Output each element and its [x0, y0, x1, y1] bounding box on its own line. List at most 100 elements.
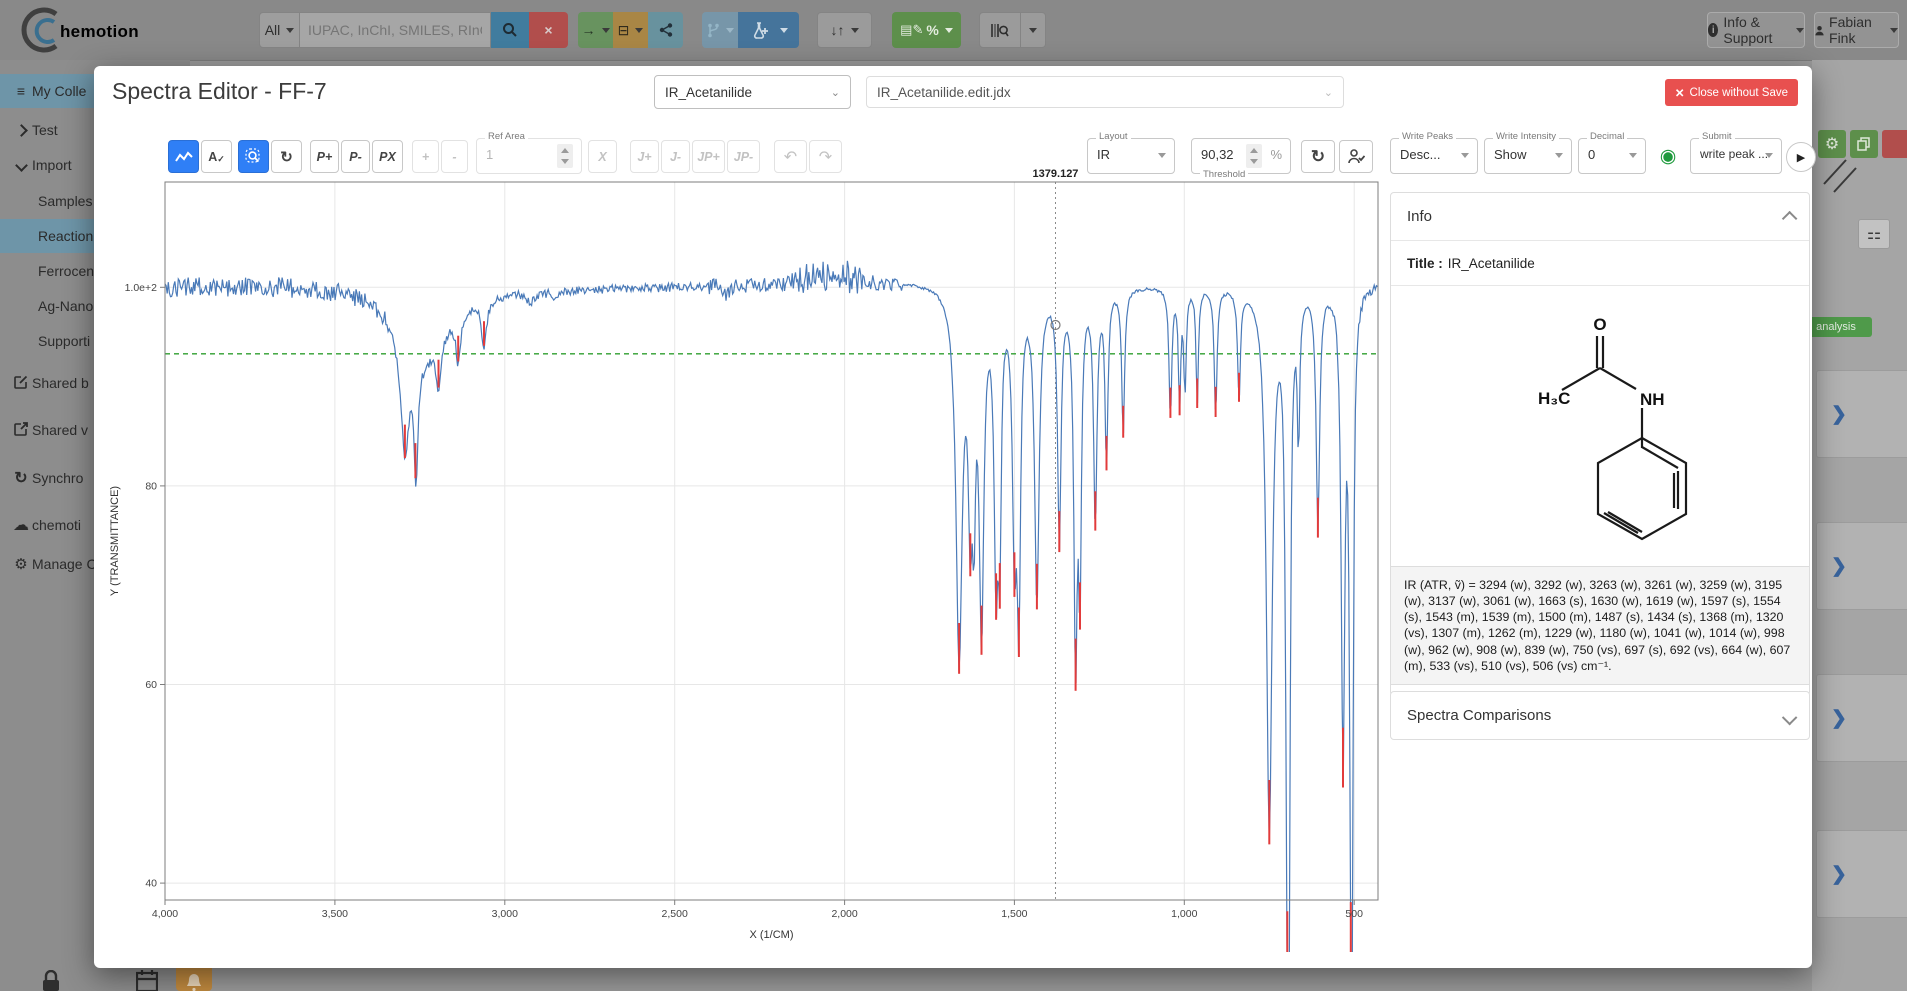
ref-area-label: Ref Area — [485, 132, 528, 142]
sidebar-item-label: Test — [32, 122, 58, 138]
submit-field[interactable]: Submit write peak ... — [1690, 138, 1782, 174]
caret-down-icon — [1029, 28, 1037, 33]
bell-icon — [186, 973, 202, 991]
ir-spectrum-chart[interactable]: 4,0003,5003,0002,5002,0001,5001,0005001.… — [94, 152, 1394, 952]
search-input[interactable] — [300, 12, 491, 48]
chevron-right-icon[interactable]: ❯ — [1831, 707, 1847, 730]
target-button[interactable]: ◉ — [1652, 140, 1684, 173]
import-export-button[interactable]: ↓↑ — [817, 12, 872, 48]
run-submit-button[interactable]: ▶ — [1786, 142, 1816, 172]
flask-plus-icon — [750, 22, 770, 39]
sidebar-item-label: Supporti — [38, 333, 90, 349]
document-edit-icon: ▤✎ — [900, 22, 923, 38]
scan-button[interactable] — [979, 12, 1021, 48]
cloud-icon: ☁ — [10, 515, 32, 535]
molecule-panel: O H₃C NH — [1391, 286, 1809, 558]
arrow-right-icon: → — [582, 22, 596, 38]
spectrum-line — [165, 261, 1378, 952]
spectra-comparisons-card: Spectra Comparisons — [1390, 691, 1810, 740]
x-axis-title: X (1/CM) — [750, 929, 794, 941]
chevron-up-icon — [1782, 211, 1798, 227]
edit-file-select[interactable]: IR_Acetanilide.edit.jdx ⌄ — [866, 76, 1344, 108]
spectrum-title-row: Title : IR_Acetanilide — [1391, 240, 1809, 286]
write-peaks-field[interactable]: Write Peaks Desc... — [1390, 138, 1478, 174]
scan-options-button[interactable] — [1021, 12, 1046, 48]
copy-icon — [1857, 137, 1871, 151]
caret-down-icon — [1796, 28, 1804, 33]
cursor-label: 1379.127 — [1033, 168, 1079, 180]
code-branch-icon — [707, 23, 720, 38]
brand-logo[interactable]: hemotion — [12, 6, 162, 59]
barcode-search-icon — [991, 23, 1009, 38]
spectrum-file-select[interactable]: IR_Acetanilide ⌄ — [654, 75, 851, 109]
info-support-label: Info & Support — [1723, 14, 1790, 46]
sidebar-item-label: Ferrocen — [38, 263, 94, 279]
sidebar-item-label: Ag-Nano — [38, 298, 93, 314]
filter-options-button[interactable]: ⚏ — [1858, 219, 1890, 249]
x-tick-label: 1,500 — [1001, 908, 1027, 920]
x-tick-label: 3,000 — [492, 908, 518, 920]
close-button-label: Close without Save — [1690, 87, 1788, 99]
submit-value: write peak ... — [1700, 147, 1768, 161]
oxygen-label: O — [1593, 315, 1606, 334]
calendar-icon[interactable] — [136, 970, 158, 991]
caret-down-icon — [726, 28, 734, 33]
minus-square-icon: ⊟ — [618, 22, 630, 39]
chevron-right-icon[interactable]: ❯ — [1831, 863, 1847, 886]
user-menu[interactable]: Fabian Fink — [1814, 12, 1899, 48]
search-button[interactable] — [491, 12, 529, 48]
plot-border — [165, 182, 1378, 900]
brand-text: hemotion — [60, 22, 139, 41]
info-support-menu[interactable]: i Info & Support — [1707, 12, 1805, 48]
layout-label: Layout — [1096, 132, 1131, 142]
search-scope-select[interactable]: All — [259, 12, 300, 48]
background-card: ❯ — [1816, 830, 1907, 918]
user-name-label: Fabian Fink — [1829, 14, 1884, 46]
background-card: ❯ — [1816, 674, 1907, 762]
comparisons-accordion-header[interactable]: Spectra Comparisons — [1391, 692, 1809, 739]
create-sample-button[interactable] — [738, 12, 799, 48]
edit-square-icon — [10, 375, 32, 392]
caret-down-icon — [851, 28, 859, 33]
caret-down-icon — [1555, 153, 1563, 158]
modal-title: Spectra Editor - FF-7 — [112, 78, 327, 105]
info-header-label: Info — [1407, 208, 1432, 225]
close-without-save-button[interactable]: ✕ Close without Save — [1665, 79, 1798, 106]
remove-button[interactable]: ⊟ — [613, 12, 648, 48]
submit-label: Submit — [1699, 132, 1735, 142]
share-button[interactable] — [648, 12, 683, 48]
x-tick-label: 2,500 — [662, 908, 688, 920]
amine-label: NH — [1640, 390, 1665, 409]
chevron-right-icon[interactable]: ❯ — [1831, 403, 1847, 426]
clear-search-button[interactable]: × — [529, 12, 568, 48]
lock-icon[interactable] — [40, 970, 62, 991]
write-intensity-field[interactable]: Write Intensity Show — [1484, 138, 1572, 174]
chevron-right-icon — [10, 122, 32, 138]
decimal-field[interactable]: Decimal 0 — [1578, 138, 1646, 174]
info-icon: i — [1708, 23, 1718, 37]
x-icon: × — [544, 22, 552, 38]
caret-down-icon — [602, 28, 610, 33]
gear-icon: ⚙ — [1825, 134, 1839, 154]
peak-markers — [405, 321, 1351, 952]
y-axis-title: Y (TRANSMITTANCE) — [109, 486, 121, 596]
chevron-down-icon — [1782, 710, 1798, 726]
sidebar-item-label: Samples — [38, 193, 92, 209]
export-samples-button[interactable]: → — [578, 12, 613, 48]
top-navbar: hemotion All × → ⊟ ↓↑ ▤✎% i — [0, 0, 1907, 61]
decimal-label: Decimal — [1587, 132, 1627, 142]
caret-down-icon — [1629, 153, 1637, 158]
notification-bell-button[interactable] — [176, 964, 212, 991]
info-accordion-header[interactable]: Info — [1391, 193, 1809, 240]
sidebar-item-label: Reaction — [38, 228, 93, 244]
sample-task-button[interactable] — [702, 12, 738, 48]
caret-down-icon — [1461, 153, 1469, 158]
report-button[interactable]: ▤✎% — [892, 12, 961, 48]
decimal-value: 0 — [1588, 147, 1595, 162]
chevron-down-icon: ⌄ — [1324, 86, 1333, 99]
close-panel-button[interactable] — [1882, 130, 1907, 158]
sidebar-item-label: Shared b — [32, 375, 89, 391]
chevron-right-icon[interactable]: ❯ — [1831, 555, 1847, 578]
chevron-down-icon: ⌄ — [831, 86, 840, 99]
molecule-structure: O H₃C NH — [1490, 296, 1710, 548]
